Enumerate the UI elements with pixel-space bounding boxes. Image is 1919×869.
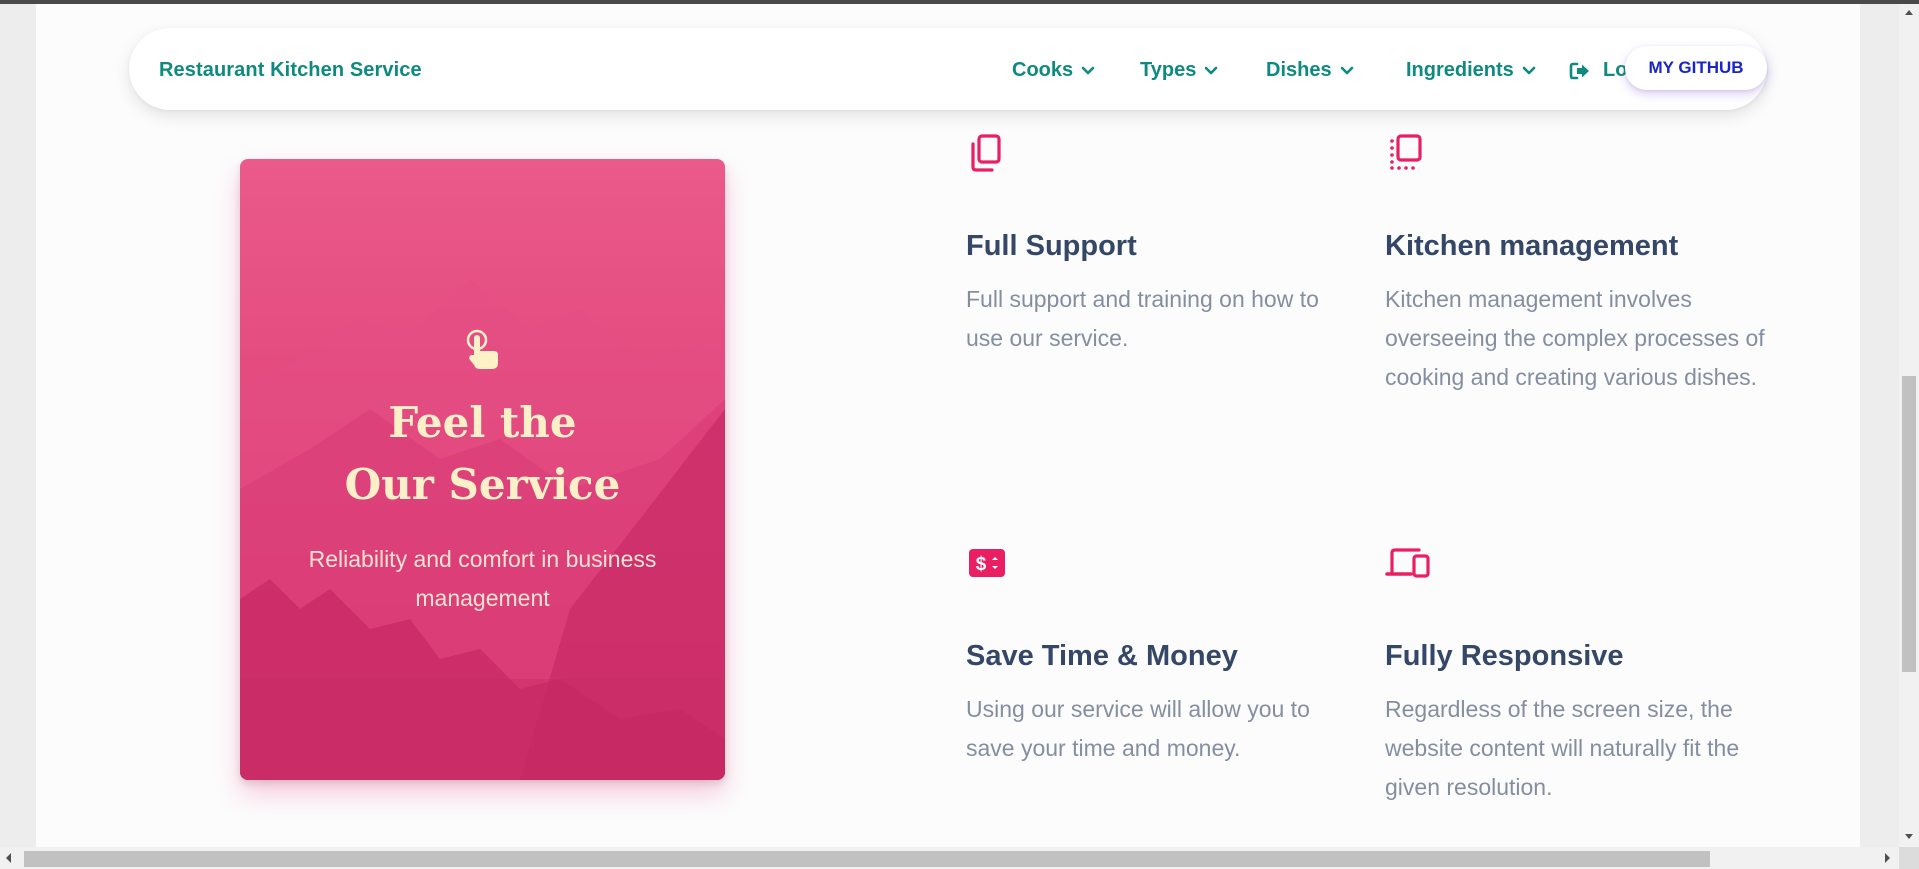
service-card: Feel the Our Service Reliability and com… bbox=[240, 159, 725, 780]
nav-ingredients-dropdown[interactable]: Ingredients bbox=[1406, 59, 1536, 82]
feature-text: Regardless of the screen size, the websi… bbox=[1385, 696, 1740, 800]
nav-dishes-label: Dishes bbox=[1266, 59, 1332, 81]
logout-icon bbox=[1569, 62, 1589, 79]
chevron-down-icon bbox=[1522, 66, 1536, 74]
chevron-down-icon bbox=[1205, 66, 1218, 74]
feature-title: Full Support bbox=[966, 230, 1137, 262]
feature-title: Save Time & Money bbox=[966, 640, 1238, 672]
nav-types-dropdown[interactable]: Types bbox=[1140, 59, 1218, 82]
navbar: Restaurant Kitchen Service Cooks Types D… bbox=[129, 28, 1767, 110]
scroll-up-arrow-icon[interactable] bbox=[1899, 4, 1919, 20]
nav-cooks-label: Cooks bbox=[1012, 59, 1074, 81]
nav-cooks-dropdown[interactable]: Cooks bbox=[1012, 59, 1095, 82]
scroll-down-arrow-icon[interactable] bbox=[1899, 829, 1919, 845]
feature-text: Using our service will allow you to save… bbox=[966, 696, 1310, 761]
scroll-left-arrow-icon[interactable] bbox=[0, 847, 18, 869]
vertical-scrollbar[interactable] bbox=[1899, 4, 1919, 847]
card-content: Feel the Our Service Reliability and com… bbox=[240, 329, 725, 618]
svg-text:$: $ bbox=[976, 554, 987, 575]
github-button[interactable]: MY GITHUB bbox=[1625, 46, 1767, 90]
card-title: Feel the Our Service bbox=[240, 392, 725, 516]
feature-text: Kitchen management involves overseeing t… bbox=[1385, 286, 1765, 390]
feature-fully-responsive: Fully Responsive Regardless of the scree… bbox=[1385, 543, 1775, 807]
card-subtitle: Reliability and comfort in business mana… bbox=[308, 546, 657, 611]
nav-dishes-dropdown[interactable]: Dishes bbox=[1266, 59, 1354, 82]
feature-kitchen-management: Kitchen management Kitchen management in… bbox=[1385, 133, 1775, 397]
feature-title: Fully Responsive bbox=[1385, 640, 1624, 672]
brand-link[interactable]: Restaurant Kitchen Service bbox=[159, 59, 422, 82]
chevron-down-icon bbox=[1081, 66, 1095, 74]
pointer-hand-icon bbox=[466, 329, 498, 369]
page-content: Restaurant Kitchen Service Cooks Types D… bbox=[36, 4, 1860, 847]
devices-icon bbox=[1385, 548, 1430, 578]
nav-ingredients-label: Ingredients bbox=[1406, 59, 1514, 81]
feature-title: Kitchen management bbox=[1385, 230, 1679, 262]
horizontal-scrollbar[interactable] bbox=[0, 847, 1899, 869]
library-icon bbox=[1390, 134, 1422, 170]
copy-icon bbox=[971, 134, 1001, 172]
feature-full-support: Full Support Full support and training o… bbox=[966, 133, 1326, 358]
feature-save-time-money: $ Save Time & Money Using our service wi… bbox=[966, 543, 1326, 768]
card-title-line2: Our Service bbox=[344, 460, 621, 509]
nav-types-label: Types bbox=[1140, 59, 1197, 81]
scrollbar-corner bbox=[1899, 847, 1919, 869]
vertical-scrollbar-thumb[interactable] bbox=[1902, 376, 1916, 672]
card-title-line1: Feel the bbox=[388, 398, 577, 447]
feature-text: Full support and training on how to use … bbox=[966, 286, 1319, 351]
chevron-down-icon bbox=[1340, 66, 1353, 74]
scroll-right-arrow-icon[interactable] bbox=[1878, 847, 1896, 869]
horizontal-scrollbar-thumb[interactable] bbox=[24, 851, 1710, 867]
money-icon: $ bbox=[969, 549, 1005, 577]
